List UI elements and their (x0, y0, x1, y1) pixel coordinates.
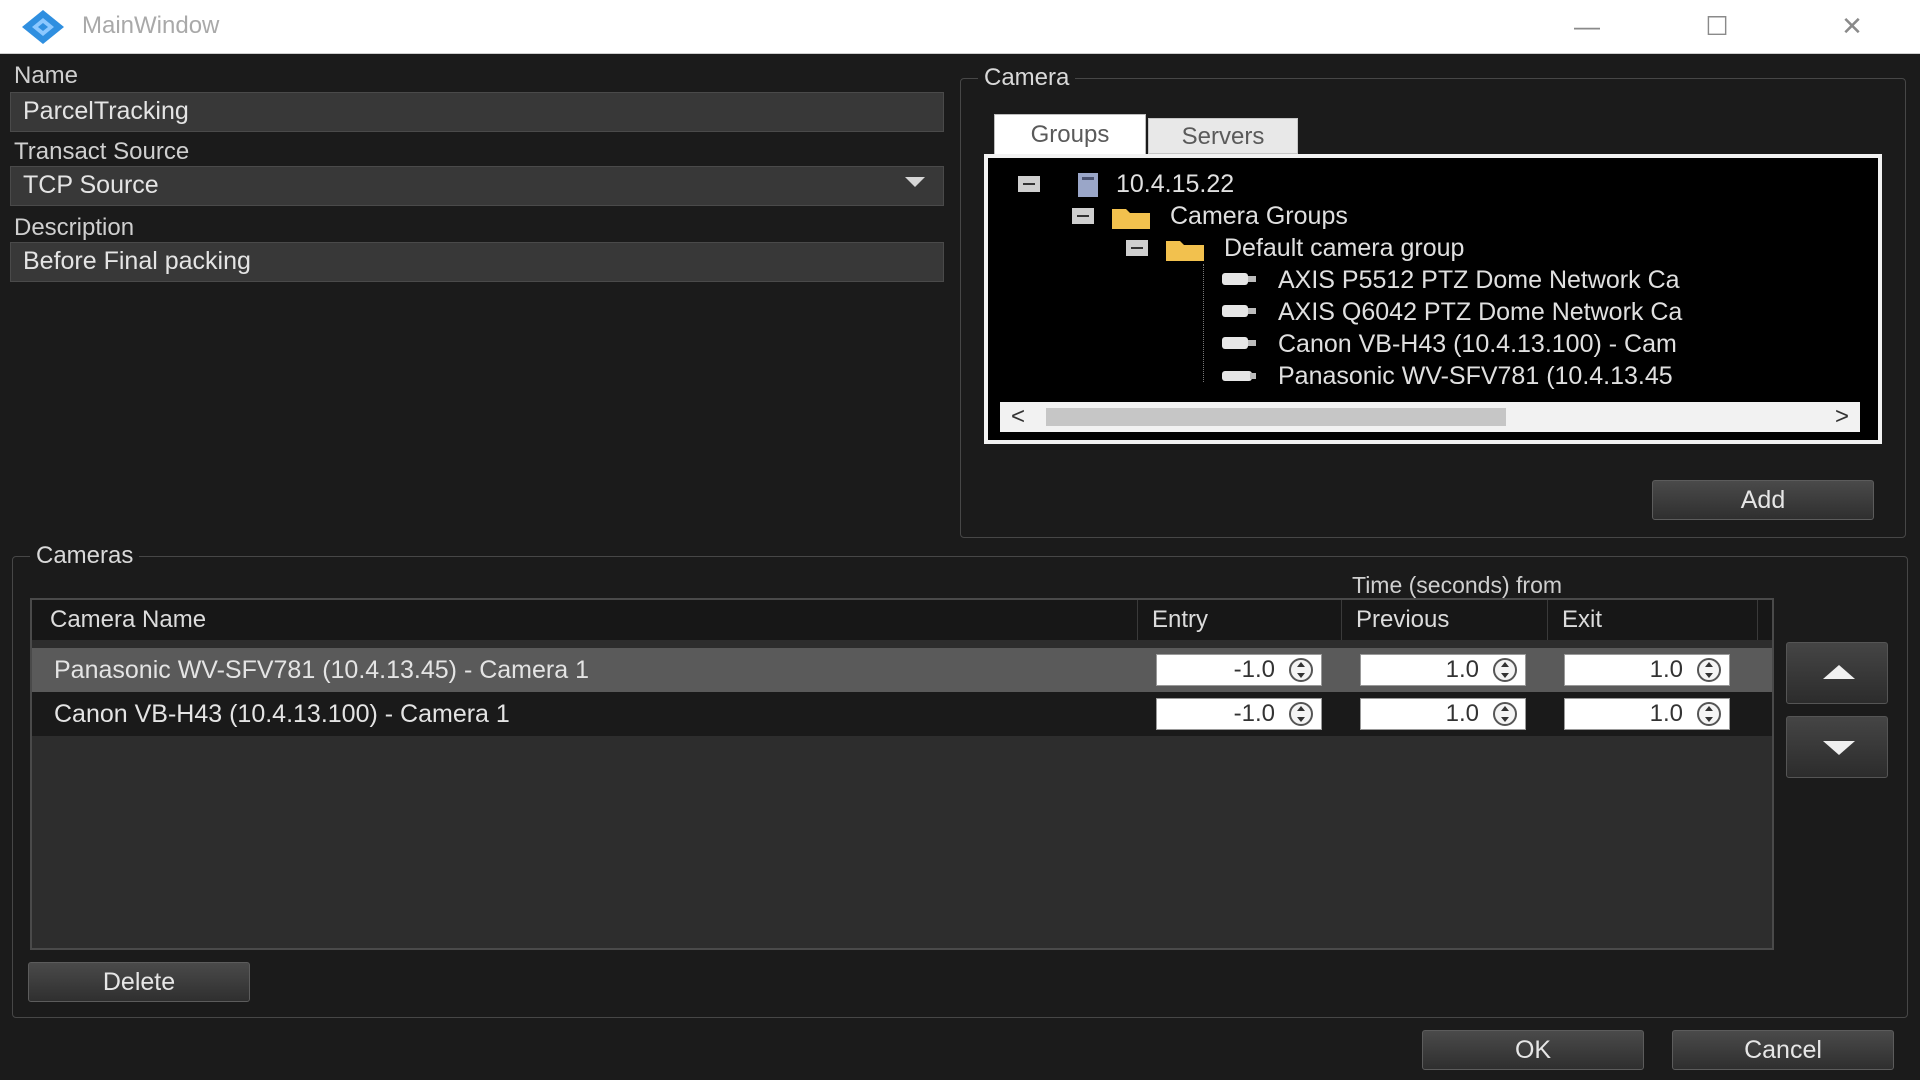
spin-icon[interactable] (1697, 702, 1721, 726)
exit-stepper[interactable]: 1.0 (1564, 698, 1730, 730)
column-header-exit[interactable]: Exit (1548, 600, 1758, 640)
tree-item-label: AXIS P5512 PTZ Dome Network Ca (1278, 266, 1680, 294)
cancel-button[interactable]: Cancel (1672, 1030, 1894, 1070)
collapse-icon[interactable] (1126, 240, 1148, 256)
spin-icon[interactable] (1493, 702, 1517, 726)
move-down-button[interactable] (1786, 716, 1888, 778)
camera-icon (1222, 305, 1256, 317)
column-header-camera-name[interactable]: Camera Name (36, 600, 1138, 640)
tree-item-camera-groups[interactable]: Camera Groups (988, 200, 1868, 232)
horizontal-scrollbar[interactable]: < > (1000, 402, 1860, 432)
previous-stepper[interactable]: 1.0 (1360, 654, 1526, 686)
tree-item-camera[interactable]: Panasonic WV-SFV781 (10.4.13.45 (988, 360, 1868, 392)
tree-item-label: AXIS Q6042 PTZ Dome Network Ca (1278, 298, 1683, 326)
description-label: Description (14, 214, 135, 241)
camera-icon (1222, 371, 1256, 381)
tree-item-camera[interactable]: AXIS Q6042 PTZ Dome Network Ca (988, 296, 1868, 328)
tree-item-label: Canon VB-H43 (10.4.13.100) - Cam (1278, 330, 1677, 358)
ok-button[interactable]: OK (1422, 1030, 1644, 1070)
time-caption: Time (seconds) from (1352, 572, 1563, 598)
tree-item-label: Panasonic WV-SFV781 (10.4.13.45 (1278, 362, 1673, 390)
camera-name-cell: Panasonic WV-SFV781 (10.4.13.45) - Camer… (54, 656, 589, 684)
cameras-groupbox-title: Cameras (30, 542, 140, 570)
name-field[interactable]: ParcelTracking (10, 92, 944, 132)
transact-source-value: TCP Source (23, 171, 159, 199)
entry-stepper[interactable]: -1.0 (1156, 654, 1322, 686)
camera-icon (1222, 337, 1256, 349)
tree-item-server[interactable]: 10.4.15.22 (988, 168, 1868, 200)
tree-item-label: Camera Groups (1170, 202, 1348, 230)
camera-tree[interactable]: 10.4.15.22 Camera Groups Default camera … (984, 154, 1882, 444)
scrollbar-thumb[interactable] (1046, 408, 1506, 426)
folder-icon (1166, 241, 1204, 261)
previous-stepper[interactable]: 1.0 (1360, 698, 1526, 730)
exit-value: 1.0 (1649, 656, 1683, 683)
collapse-icon[interactable] (1018, 176, 1040, 192)
folder-icon (1112, 209, 1150, 229)
move-up-button[interactable] (1786, 642, 1888, 704)
cameras-grid[interactable]: Camera Name Entry Previous Exit Panasoni… (30, 598, 1774, 950)
entry-stepper[interactable]: -1.0 (1156, 698, 1322, 730)
table-row[interactable]: Panasonic WV-SFV781 (10.4.13.45) - Camer… (32, 648, 1772, 692)
exit-stepper[interactable]: 1.0 (1564, 654, 1730, 686)
tree-item-camera[interactable]: AXIS P5512 PTZ Dome Network Ca (988, 264, 1868, 296)
arrow-down-icon (1823, 741, 1855, 755)
tab-groups[interactable]: Groups (994, 114, 1146, 154)
spin-icon[interactable] (1289, 702, 1313, 726)
camera-groupbox-title: Camera (978, 64, 1076, 92)
tree-item-default-group[interactable]: Default camera group (988, 232, 1868, 264)
table-row[interactable]: Canon VB-H43 (10.4.13.100) - Camera 1 -1… (32, 692, 1772, 736)
delete-button[interactable]: Delete (28, 962, 250, 1002)
tree-item-label: 10.4.15.22 (1116, 170, 1235, 198)
entry-value: -1.0 (1233, 700, 1275, 727)
camera-icon (1222, 273, 1256, 285)
app-logo-icon (22, 10, 64, 44)
transact-source-label: Transact Source (14, 138, 190, 165)
name-label: Name (14, 62, 79, 89)
scroll-left-button[interactable]: < (1000, 402, 1036, 432)
exit-value: 1.0 (1649, 700, 1683, 727)
window-title: MainWindow (82, 12, 220, 39)
scroll-right-button[interactable]: > (1824, 402, 1860, 432)
tab-servers[interactable]: Servers (1148, 118, 1298, 154)
chevron-down-icon (905, 177, 925, 187)
description-field[interactable]: Before Final packing (10, 242, 944, 282)
column-header-entry[interactable]: Entry (1138, 600, 1342, 640)
add-button[interactable]: Add (1652, 480, 1874, 520)
camera-name-cell: Canon VB-H43 (10.4.13.100) - Camera 1 (54, 700, 510, 728)
spin-icon[interactable] (1493, 658, 1517, 682)
collapse-icon[interactable] (1072, 208, 1094, 224)
maximize-button[interactable]: ☐ (1662, 0, 1772, 52)
previous-value: 1.0 (1445, 700, 1479, 727)
tree-item-camera[interactable]: Canon VB-H43 (10.4.13.100) - Cam (988, 328, 1868, 360)
title-bar: MainWindow — ☐ ✕ (0, 0, 1920, 54)
close-button[interactable]: ✕ (1797, 0, 1907, 52)
spin-icon[interactable] (1289, 658, 1313, 682)
transact-source-dropdown[interactable]: TCP Source (10, 166, 944, 206)
arrow-up-icon (1823, 665, 1855, 679)
grid-header: Camera Name Entry Previous Exit (32, 600, 1772, 640)
tree-item-label: Default camera group (1224, 234, 1465, 262)
column-header-previous[interactable]: Previous (1342, 600, 1548, 640)
previous-value: 1.0 (1445, 656, 1479, 683)
server-icon (1078, 173, 1098, 197)
entry-value: -1.0 (1233, 656, 1275, 683)
minimize-button[interactable]: — (1532, 0, 1642, 52)
spin-icon[interactable] (1697, 658, 1721, 682)
